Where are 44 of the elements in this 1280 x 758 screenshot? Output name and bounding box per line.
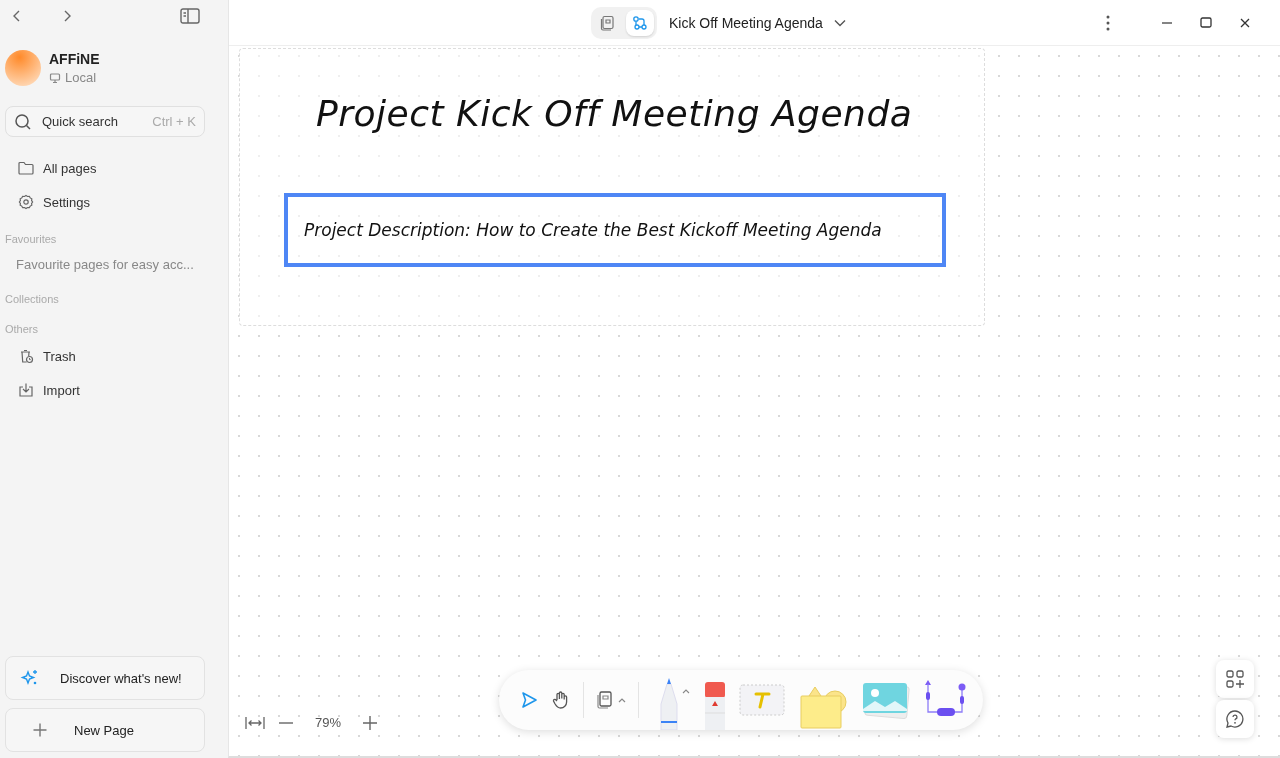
sidebar-item[interactable]: Settings bbox=[5, 185, 205, 219]
document-title[interactable]: Kick Off Meeting Agenda bbox=[669, 14, 823, 31]
import-icon bbox=[18, 382, 34, 398]
more-icon[interactable] bbox=[1106, 14, 1110, 31]
monitor-icon bbox=[49, 71, 61, 84]
section-title: Favourites bbox=[5, 232, 58, 247]
grid-plus-icon bbox=[1226, 670, 1244, 688]
quick-search-button[interactable]: Quick search Ctrl + K bbox=[5, 106, 205, 137]
help-icon bbox=[1225, 709, 1245, 729]
help-button[interactable] bbox=[1216, 700, 1254, 738]
eraser-drawing[interactable] bbox=[703, 680, 727, 730]
pointer-tool[interactable] bbox=[519, 690, 539, 710]
sidebar-item[interactable]: All pages bbox=[5, 151, 205, 185]
sidebar-item[interactable]: Trash bbox=[5, 339, 205, 373]
zoom-level: 79% bbox=[315, 715, 342, 730]
workspace-name: AFFiNE bbox=[49, 51, 100, 67]
search-icon bbox=[14, 112, 32, 131]
edgeless-mode-tab[interactable] bbox=[626, 9, 654, 36]
sidebar-item[interactable]: Import bbox=[5, 373, 205, 407]
settings-icon bbox=[18, 194, 34, 210]
new-page-button[interactable]: New Page bbox=[5, 708, 205, 752]
maximize-icon[interactable] bbox=[1200, 17, 1212, 28]
fit-width-icon[interactable] bbox=[245, 715, 265, 730]
close-icon[interactable] bbox=[1240, 17, 1250, 28]
add-widget-button[interactable] bbox=[1216, 660, 1254, 698]
trash-icon bbox=[18, 348, 34, 364]
favourites-hint: Favourite pages for easy acc... bbox=[15, 255, 195, 274]
discover-button[interactable]: Discover what's new! bbox=[5, 656, 205, 700]
note-tool[interactable] bbox=[596, 690, 626, 710]
section-title: Others bbox=[5, 322, 39, 337]
description-box[interactable]: Project Description: How to Create the Best Kickoff Meeting Agenda bbox=[284, 193, 946, 267]
sidebar-toggle-icon[interactable] bbox=[180, 8, 200, 24]
nodes-icon bbox=[632, 14, 648, 31]
zoom-out-icon[interactable] bbox=[279, 721, 293, 724]
folder-icon bbox=[18, 161, 34, 175]
minimize-icon[interactable] bbox=[1162, 21, 1172, 24]
canvas-heading[interactable]: Project Kick Off Meeting Agenda bbox=[316, 93, 913, 134]
page-icon bbox=[600, 14, 616, 31]
section-title: Collections bbox=[5, 292, 60, 307]
workspace-avatar[interactable] bbox=[5, 50, 41, 86]
plus-icon bbox=[32, 722, 48, 738]
storage-label: Local bbox=[65, 70, 97, 85]
zoom-in-icon[interactable] bbox=[363, 715, 378, 730]
note-frame[interactable]: Project Kick Off Meeting Agenda Project Description: How to Create the Best Kickoff Meeting Agenda bbox=[239, 48, 985, 326]
